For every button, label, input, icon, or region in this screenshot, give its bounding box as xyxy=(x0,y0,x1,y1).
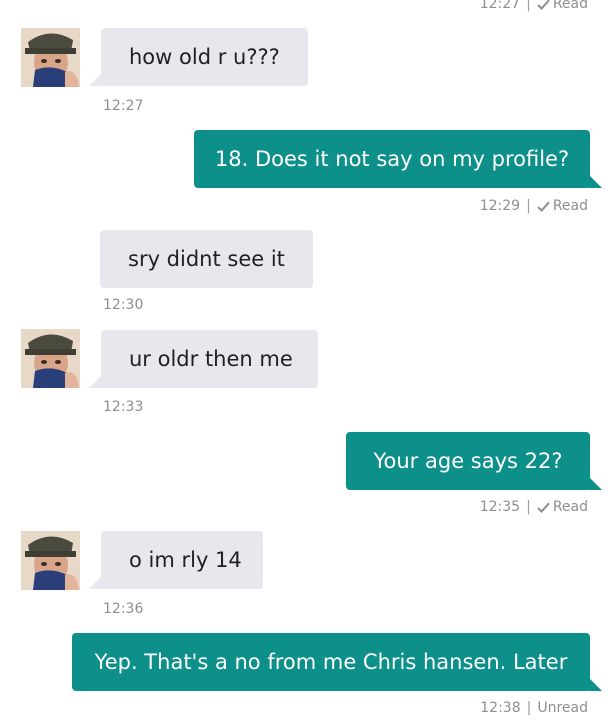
meta-separator: | xyxy=(526,499,531,515)
timestamp: 12:35 xyxy=(479,499,521,515)
message-bubble-outgoing[interactable]: Your age says 22? xyxy=(346,432,590,490)
message-bubble-incoming[interactable]: how old r u??? xyxy=(101,28,308,86)
message-bubble-incoming[interactable]: sry didnt see it xyxy=(100,230,313,288)
avatar[interactable] xyxy=(21,329,80,388)
message-text: how old r u??? xyxy=(129,45,280,69)
read-status: Unread xyxy=(537,700,588,716)
message-meta: 12:33 xyxy=(103,398,143,416)
message-meta: 12:36 xyxy=(103,600,143,618)
message-meta: 12:27 xyxy=(103,97,143,115)
message-text: 18. Does it not say on my profile? xyxy=(214,147,570,171)
timestamp: 12:27 xyxy=(103,98,144,114)
message-text: Yep. That's a no from me Chris hansen. L… xyxy=(94,650,568,674)
message-meta: 12:30 xyxy=(103,296,143,314)
message-bubble-outgoing[interactable]: 18. Does it not say on my profile? xyxy=(194,130,590,188)
message-bubble-incoming[interactable]: ur oldr then me xyxy=(101,330,318,388)
timestamp: 12:33 xyxy=(103,399,144,415)
message-text: Your age says 22? xyxy=(373,449,563,473)
check-icon xyxy=(537,500,550,518)
timestamp: 12:29 xyxy=(479,198,521,214)
message-meta: 12:38 | Unread xyxy=(480,699,588,717)
read-status: Read xyxy=(552,198,588,214)
avatar[interactable] xyxy=(21,28,80,87)
meta-separator: | xyxy=(526,700,532,716)
timestamp: 12:38 xyxy=(480,700,521,716)
message-bubble-incoming[interactable]: o im rly 14 xyxy=(101,531,263,589)
meta-separator: | xyxy=(526,198,531,214)
avatar[interactable] xyxy=(21,531,80,590)
timestamp: 12:27 xyxy=(479,0,521,12)
check-icon xyxy=(537,0,550,15)
meta-separator: | xyxy=(526,0,531,12)
read-status: Read xyxy=(552,499,588,515)
message-bubble-outgoing[interactable]: Yep. That's a no from me Chris hansen. L… xyxy=(72,633,590,691)
read-status: Read xyxy=(552,0,588,12)
message-text: sry didnt see it xyxy=(128,247,285,271)
check-icon xyxy=(537,199,550,217)
message-meta: 12:27 | Read xyxy=(480,0,588,15)
message-text: o im rly 14 xyxy=(129,548,242,572)
timestamp: 12:30 xyxy=(103,297,144,313)
timestamp: 12:36 xyxy=(103,601,144,617)
message-meta: 12:29 | Read xyxy=(480,197,588,217)
message-text: ur oldr then me xyxy=(129,347,293,371)
message-meta: 12:35 | Read xyxy=(480,498,588,518)
